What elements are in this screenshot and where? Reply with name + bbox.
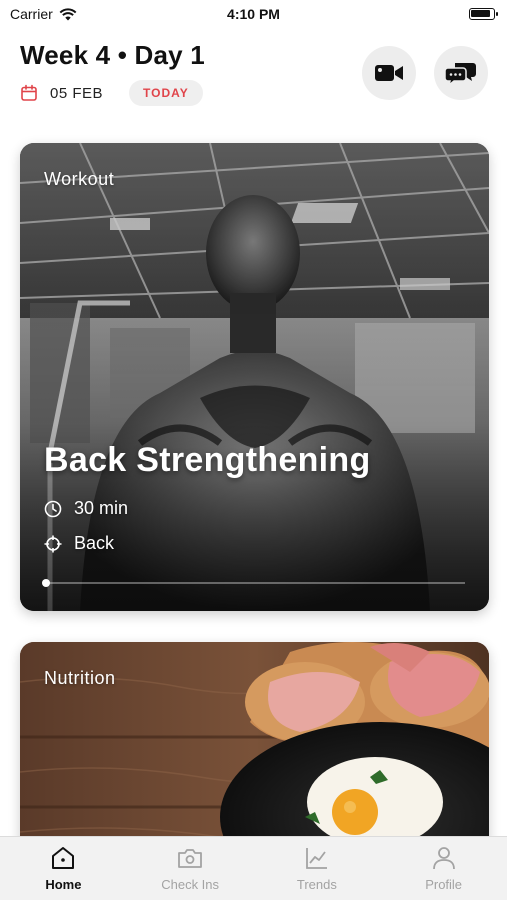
messages-button[interactable] — [434, 46, 488, 100]
workout-duration-text: 30 min — [74, 498, 129, 518]
home-icon — [52, 847, 75, 869]
chart-icon — [305, 848, 327, 869]
status-bar: Carrier 4:10 PM — [0, 0, 507, 30]
tab-profile[interactable]: Profile — [380, 837, 507, 900]
tab-trends[interactable]: Trends — [254, 837, 381, 900]
calendar-icon — [21, 84, 37, 101]
workout-progress-track — [44, 582, 465, 584]
page-title: Week 4 • Day 1 — [20, 40, 205, 70]
crosshair-icon — [44, 535, 62, 552]
workout-duration: 30 min — [44, 498, 128, 519]
workout-target: Back — [44, 533, 114, 554]
tab-check-ins-label: Check Ins — [161, 877, 220, 892]
chat-bubbles-icon — [445, 63, 476, 86]
person-icon — [432, 847, 455, 870]
tab-home[interactable]: Home — [0, 837, 127, 900]
video-call-button[interactable] — [362, 46, 416, 100]
current-date: 05 FEB — [50, 84, 104, 102]
camera-icon — [178, 849, 203, 868]
clock-icon — [44, 500, 62, 517]
workout-card-label: Workout — [44, 169, 115, 189]
tab-home-label: Home — [45, 877, 82, 892]
nutrition-card-label: Nutrition — [44, 668, 116, 688]
tab-bar: Home Check Ins Trends Profile — [0, 836, 507, 900]
battery-icon — [469, 8, 498, 20]
date-row: 05 FEB TODAY — [20, 80, 203, 106]
workout-card[interactable]: Workout Back Strengthening 30 min Back — [20, 143, 489, 611]
workout-progress-indicator — [42, 579, 50, 587]
video-camera-icon — [375, 65, 403, 81]
workout-title: Back Strengthening — [44, 441, 371, 479]
status-time: 4:10 PM — [227, 6, 280, 22]
tab-check-ins[interactable]: Check Ins — [127, 837, 254, 900]
tab-trends-label: Trends — [296, 877, 337, 892]
workout-target-text: Back — [74, 533, 115, 553]
tab-profile-label: Profile — [425, 877, 463, 892]
today-badge[interactable]: TODAY — [129, 80, 203, 106]
nutrition-card[interactable]: Nutrition — [20, 642, 489, 852]
